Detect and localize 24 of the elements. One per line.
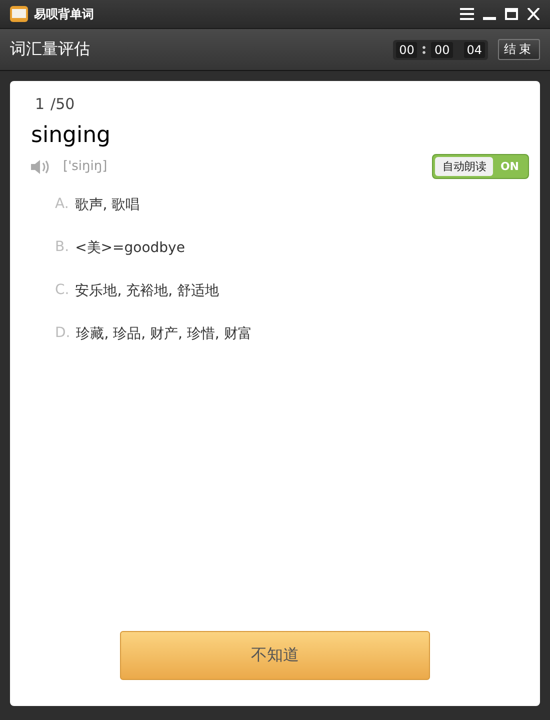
question-number: 1 <box>35 95 45 113</box>
dont-know-button[interactable]: 不知道 <box>120 631 430 680</box>
option-letter: C. <box>55 282 70 300</box>
menu-icon[interactable] <box>460 8 474 20</box>
option-text[interactable]: 歌声, 歌唱 <box>74 196 140 214</box>
window-title: 易呗背单词 <box>34 6 94 22</box>
option-text[interactable]: 珍藏, 珍品, 财产, 珍惜, 财富 <box>76 325 252 343</box>
question-total: /50 <box>50 95 75 113</box>
word-text: singing <box>31 123 112 148</box>
option-text[interactable]: <美>=goodbye <box>75 239 185 257</box>
page-title: 词汇量评估 <box>10 39 90 60</box>
option-letter: A. <box>55 196 69 214</box>
option-text[interactable]: 安乐地, 充裕地, 舒适地 <box>75 282 220 300</box>
auto-read-toggle[interactable]: 自动朗读 ON <box>432 154 529 179</box>
timer-digits: 00 <box>396 42 418 58</box>
option-letter: D. <box>55 325 70 343</box>
option-letter: B. <box>55 239 70 257</box>
phonetic-text: ['siŋiŋ] <box>63 159 108 174</box>
timer-digits: 00 <box>431 42 453 58</box>
end-button[interactable]: 结束 <box>498 39 540 60</box>
close-icon[interactable] <box>527 8 540 20</box>
timer-digits: 04 <box>464 42 485 58</box>
app-logo-icon <box>10 6 28 22</box>
maximize-icon[interactable] <box>505 8 518 20</box>
